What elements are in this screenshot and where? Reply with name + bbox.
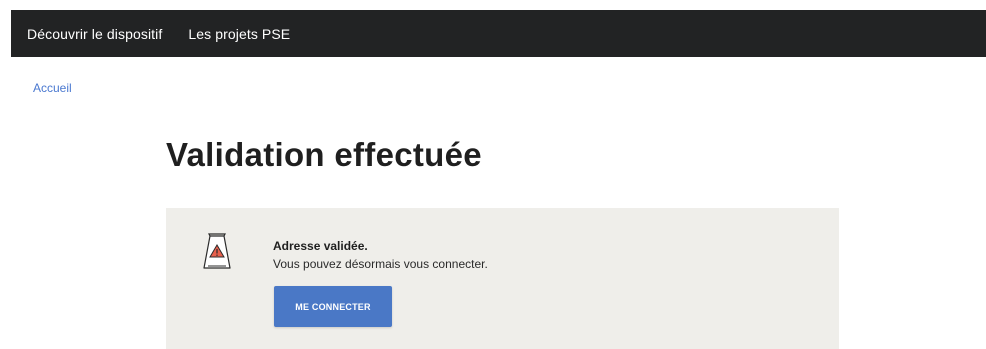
- nav-link-projets[interactable]: Les projets PSE: [188, 26, 290, 42]
- notice-message: Vous pouvez désormais vous connecter.: [273, 257, 488, 271]
- nav-link-decouvrir[interactable]: Découvrir le dispositif: [27, 26, 162, 42]
- warning-sign-icon: [203, 232, 231, 270]
- breadcrumb-home-link[interactable]: Accueil: [33, 81, 72, 95]
- notice-title: Adresse validée.: [273, 239, 368, 253]
- top-navigation: Découvrir le dispositif Les projets PSE: [11, 10, 986, 57]
- connect-button[interactable]: ME CONNECTER: [274, 286, 392, 327]
- page-title: Validation effectuée: [166, 136, 482, 173]
- notice-panel: Adresse validée. Vous pouvez désormais v…: [166, 208, 839, 349]
